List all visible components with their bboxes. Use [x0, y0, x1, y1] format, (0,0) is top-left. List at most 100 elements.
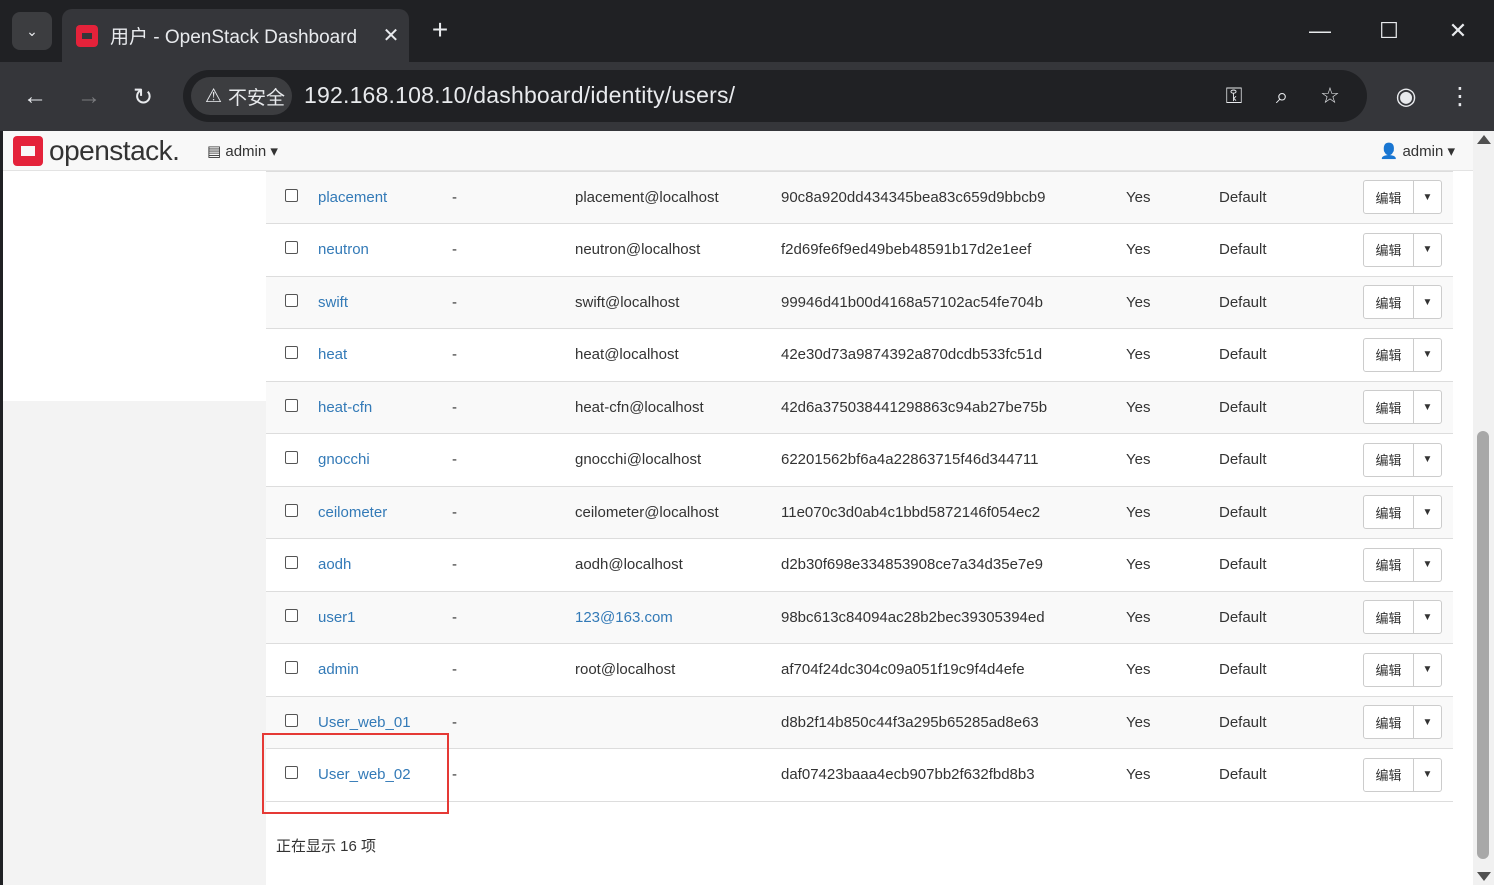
- tab-search-button[interactable]: ⌄: [12, 12, 52, 50]
- edit-button[interactable]: 编辑: [1364, 496, 1414, 529]
- url-text[interactable]: 192.168.108.10/dashboard/identity/users/: [304, 82, 735, 109]
- user-name-link[interactable]: user1: [318, 609, 356, 626]
- actions-dropdown-toggle[interactable]: ▼: [1414, 339, 1441, 371]
- row-checkbox[interactable]: [285, 608, 298, 622]
- browser-tab-active[interactable]: 用户 - OpenStack Dashboard ✕: [62, 9, 409, 62]
- row-checkbox[interactable]: [285, 503, 298, 517]
- user-name-link[interactable]: heat: [318, 346, 347, 363]
- edit-button[interactable]: 编辑: [1364, 286, 1414, 319]
- row-actions: 编辑 ▼: [1363, 337, 1442, 372]
- user-description: -: [452, 608, 457, 626]
- chevron-down-icon: ⌄: [26, 22, 38, 39]
- security-indicator[interactable]: ⚠ 不安全: [191, 77, 292, 115]
- user-menu[interactable]: 👤 admin ▾: [1380, 142, 1455, 160]
- row-actions: 编辑 ▼: [1363, 757, 1442, 792]
- row-checkbox[interactable]: [285, 346, 298, 360]
- actions-dropdown-toggle[interactable]: ▼: [1414, 286, 1441, 318]
- project-selector[interactable]: ▤ admin ▾: [207, 142, 278, 160]
- row-checkbox[interactable]: [285, 241, 298, 255]
- actions-dropdown-toggle[interactable]: ▼: [1414, 601, 1441, 633]
- row-actions: 编辑 ▼: [1363, 547, 1442, 582]
- user-email: placement@localhost: [575, 188, 719, 206]
- zoom-icon[interactable]: ⌕: [1267, 81, 1297, 111]
- user-description: -: [452, 293, 457, 311]
- maximize-icon[interactable]: ☐: [1369, 14, 1409, 48]
- row-checkbox[interactable]: [285, 293, 298, 307]
- user-icon: 👤: [1379, 143, 1399, 160]
- edit-button[interactable]: 编辑: [1364, 391, 1414, 424]
- user-name-link[interactable]: ceilometer: [318, 504, 387, 521]
- row-checkbox[interactable]: [285, 188, 298, 202]
- actions-dropdown-toggle[interactable]: ▼: [1414, 391, 1441, 423]
- row-actions: 编辑 ▼: [1363, 285, 1442, 320]
- user-name-link[interactable]: admin: [318, 661, 359, 678]
- actions-dropdown-toggle[interactable]: ▼: [1414, 444, 1441, 476]
- user-id: 62201562bf6a4a22863715f46d344711: [781, 451, 1039, 469]
- user-enabled: Yes: [1126, 188, 1151, 206]
- actions-dropdown-toggle[interactable]: ▼: [1414, 549, 1441, 581]
- edit-button[interactable]: 编辑: [1364, 706, 1414, 739]
- row-checkbox[interactable]: [285, 713, 298, 727]
- key-icon[interactable]: ⚿: [1219, 81, 1249, 111]
- tab-title: 用户 - OpenStack Dashboard: [110, 27, 358, 48]
- edit-button[interactable]: 编辑: [1364, 181, 1414, 214]
- edit-button[interactable]: 编辑: [1364, 548, 1414, 581]
- forward-arrow-icon[interactable]: →: [71, 79, 107, 115]
- edit-button[interactable]: 编辑: [1364, 233, 1414, 266]
- table-row: heat - heat@localhost 42e30d73a9874392a870d…: [266, 329, 1453, 381]
- back-arrow-icon[interactable]: ←: [17, 79, 53, 115]
- new-tab-button[interactable]: +: [422, 14, 458, 46]
- user-domain: Default: [1219, 661, 1267, 679]
- profile-icon[interactable]: ◉: [1388, 79, 1424, 115]
- edit-button[interactable]: 编辑: [1364, 601, 1414, 634]
- user-domain: Default: [1219, 556, 1267, 574]
- edit-button[interactable]: 编辑: [1364, 653, 1414, 686]
- user-domain: Default: [1219, 608, 1267, 626]
- minimize-icon[interactable]: —: [1300, 14, 1340, 48]
- openstack-logo-icon: [13, 136, 43, 166]
- actions-dropdown-toggle[interactable]: ▼: [1414, 496, 1441, 528]
- bookmark-star-icon[interactable]: ☆: [1315, 81, 1345, 111]
- annotation-highlight-box: [262, 733, 449, 814]
- row-checkbox[interactable]: [285, 556, 298, 570]
- user-name-link[interactable]: placement: [318, 189, 387, 206]
- actions-dropdown-toggle[interactable]: ▼: [1414, 181, 1441, 213]
- row-checkbox[interactable]: [285, 661, 298, 675]
- row-checkbox[interactable]: [285, 398, 298, 412]
- menu-kebab-icon[interactable]: ⋮: [1442, 79, 1478, 115]
- user-name-link[interactable]: gnocchi: [318, 451, 370, 468]
- user-enabled: Yes: [1126, 346, 1151, 364]
- scrollbar-thumb[interactable]: [1477, 431, 1489, 859]
- actions-dropdown-toggle[interactable]: ▼: [1414, 706, 1441, 738]
- edit-button[interactable]: 编辑: [1364, 758, 1414, 791]
- user-enabled: Yes: [1126, 661, 1151, 679]
- edit-button[interactable]: 编辑: [1364, 443, 1414, 476]
- row-checkbox[interactable]: [285, 451, 298, 465]
- reload-icon[interactable]: ↻: [125, 79, 161, 115]
- user-name-link[interactable]: neutron: [318, 241, 369, 258]
- user-name-link[interactable]: aodh: [318, 556, 351, 573]
- actions-dropdown-toggle[interactable]: ▼: [1414, 759, 1441, 791]
- actions-dropdown-toggle[interactable]: ▼: [1414, 654, 1441, 686]
- user-enabled: Yes: [1126, 713, 1151, 731]
- user-name-link[interactable]: heat-cfn: [318, 399, 372, 416]
- project-list-icon: ▤: [207, 143, 222, 160]
- user-domain: Default: [1219, 293, 1267, 311]
- window-close-icon[interactable]: ✕: [1438, 14, 1478, 48]
- actions-dropdown-toggle[interactable]: ▼: [1414, 234, 1441, 266]
- user-name-link[interactable]: User_web_01: [318, 714, 411, 731]
- sidebar-empty-area: [3, 401, 266, 885]
- page-scrollbar[interactable]: [1473, 131, 1494, 885]
- edit-button[interactable]: 编辑: [1364, 338, 1414, 371]
- user-email[interactable]: 123@163.com: [575, 609, 673, 626]
- row-actions: 编辑 ▼: [1363, 600, 1442, 635]
- address-bar[interactable]: ⚠ 不安全 192.168.108.10/dashboard/identity/…: [183, 70, 1367, 122]
- tab-close-icon[interactable]: ✕: [373, 23, 409, 48]
- warning-triangle-icon: ⚠: [205, 85, 223, 107]
- sidebar: [3, 171, 266, 401]
- openstack-logo[interactable]: openstack.: [13, 135, 180, 167]
- user-name-link[interactable]: swift: [318, 294, 348, 311]
- scroll-up-icon[interactable]: [1477, 135, 1491, 144]
- scroll-down-icon[interactable]: [1477, 872, 1491, 881]
- user-email: heat-cfn@localhost: [575, 398, 704, 416]
